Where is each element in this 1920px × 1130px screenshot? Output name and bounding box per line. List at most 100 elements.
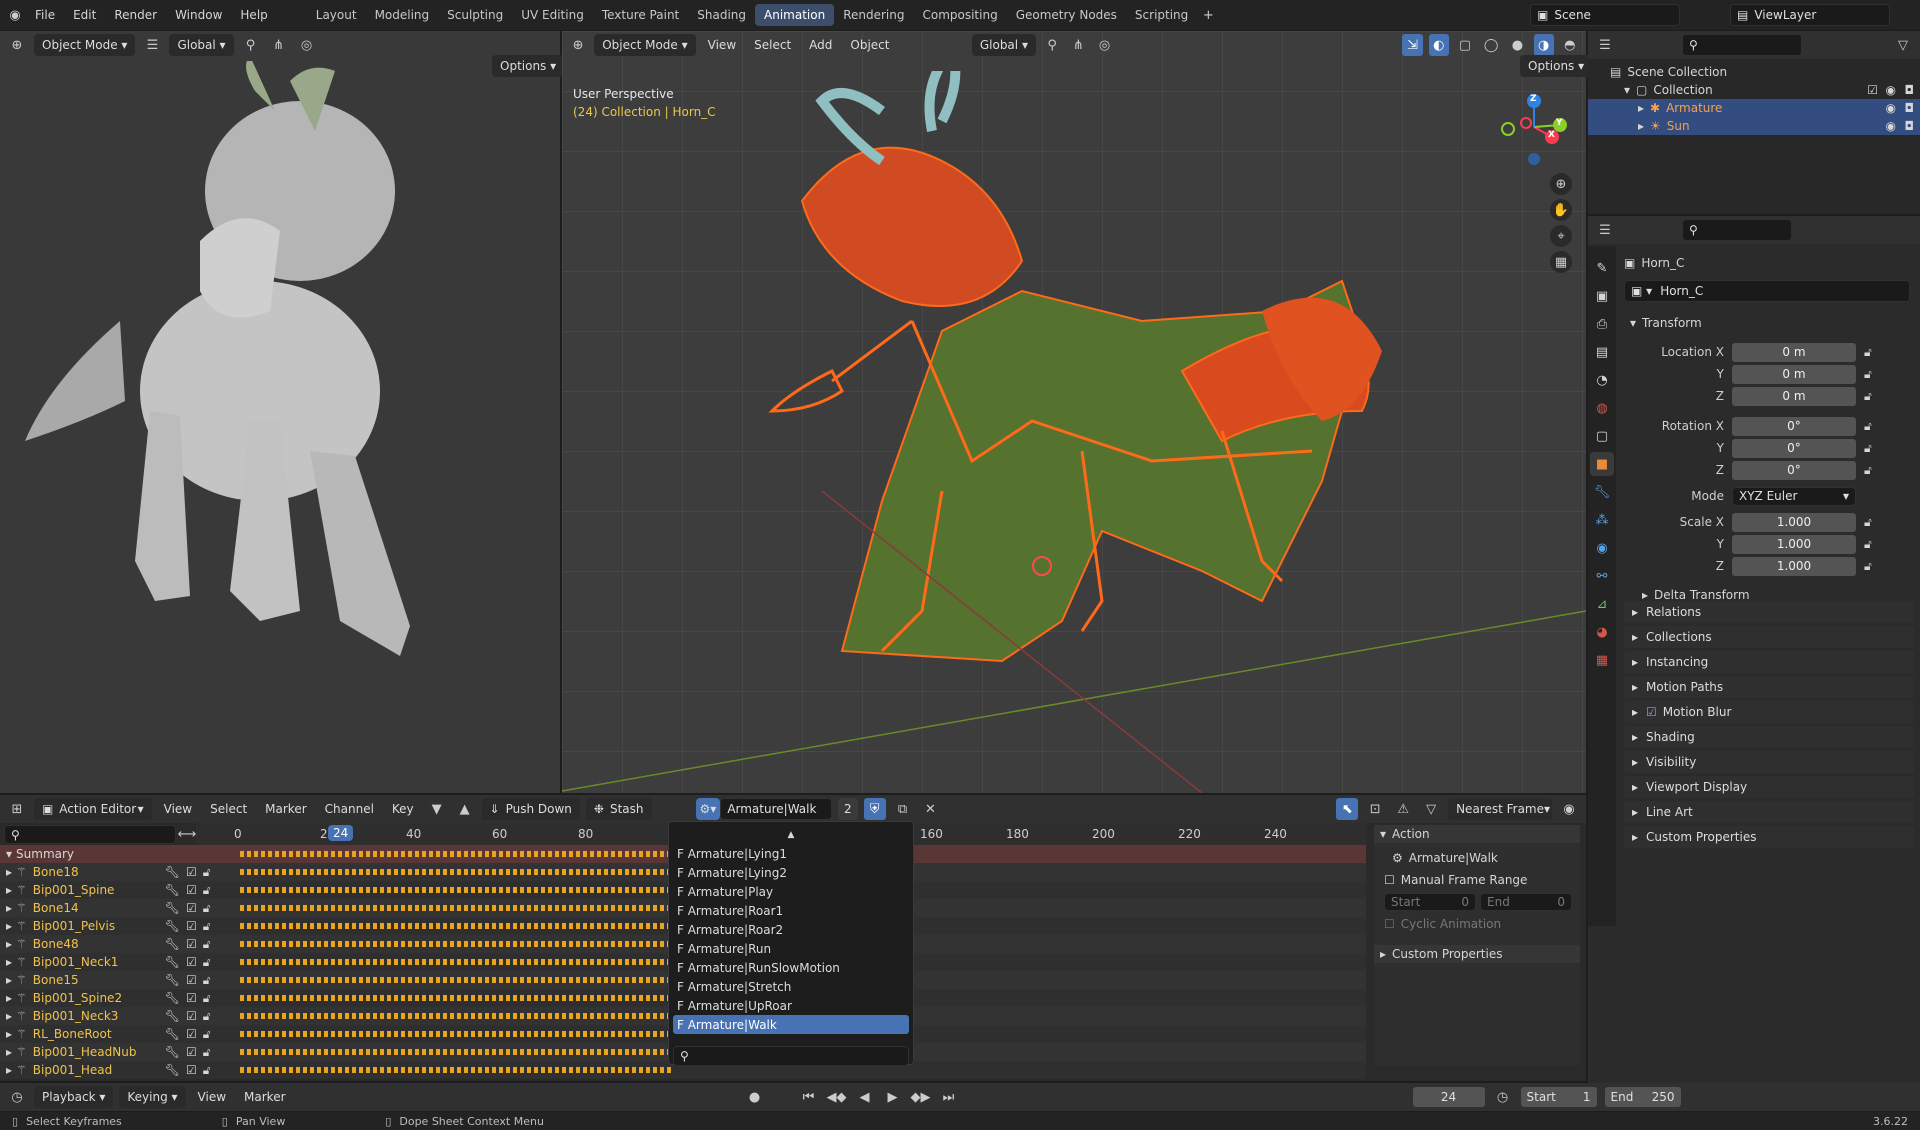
properties-search[interactable]: ⚲ xyxy=(1682,219,1792,241)
outliner-item-sun[interactable]: ▸ ☀ Sun ◉ ◘ xyxy=(1588,117,1920,135)
outliner-scene-collection[interactable]: ▤ Scene Collection xyxy=(1610,63,1920,81)
editor-type-icon[interactable]: ⊞ xyxy=(6,798,28,820)
panel-line-art[interactable]: ▸ Line Art xyxy=(1624,801,1914,823)
editor-type-icon[interactable]: ☰ xyxy=(1594,34,1616,56)
menu-channel[interactable]: Channel xyxy=(319,802,380,816)
modifier-wrench-icon[interactable]: 🔧︎ xyxy=(165,991,180,1005)
eye-icon[interactable]: ◉ xyxy=(1886,119,1896,133)
snap-icon[interactable]: ⋔ xyxy=(1068,34,1088,56)
modifier-wrench-icon[interactable]: 🔧︎ xyxy=(165,865,180,879)
mute-checkbox-icon[interactable]: ☑ xyxy=(186,865,197,879)
panel-custom-properties[interactable]: ▸ Custom Properties xyxy=(1624,826,1914,848)
modifier-tab-icon[interactable]: 🔧︎ xyxy=(1590,480,1614,504)
mute-checkbox-icon[interactable]: ☑ xyxy=(186,973,197,987)
main-options-button[interactable]: Options ▾ xyxy=(1520,55,1593,77)
arrow-up-icon[interactable]: ▲ xyxy=(454,798,476,820)
modifier-wrench-icon[interactable]: 🔧︎ xyxy=(165,955,180,969)
menu-marker[interactable]: Marker xyxy=(238,1090,291,1104)
action-panel-header[interactable]: ▾ Action xyxy=(1374,825,1580,843)
menu-object[interactable]: Object xyxy=(844,38,895,52)
action-list-item[interactable]: F Armature|Stretch xyxy=(673,977,909,996)
expand-icon[interactable]: ▸ xyxy=(6,1063,12,1077)
constraints-tab-icon[interactable]: ⚯ xyxy=(1590,564,1614,588)
unlink-action-icon[interactable]: ✕ xyxy=(920,798,942,820)
mute-checkbox-icon[interactable]: ☑ xyxy=(186,919,197,933)
object-name-field[interactable]: ▣ ▾ Horn_C xyxy=(1624,280,1910,302)
workspace-tab-rendering[interactable]: Rendering xyxy=(834,4,913,26)
workspace-tab-uv-editing[interactable]: UV Editing xyxy=(512,4,593,26)
end-frame-field[interactable]: End 250 xyxy=(1603,1086,1682,1108)
lock-icon[interactable]: 🔓︎ xyxy=(203,991,211,1006)
swap-icon[interactable]: ⟷ xyxy=(176,823,198,845)
mute-checkbox-icon[interactable]: ☑ xyxy=(186,1045,197,1059)
eye-icon[interactable]: ◉ xyxy=(1886,83,1896,97)
particles-tab-icon[interactable]: ⁂ xyxy=(1590,508,1614,532)
expand-icon[interactable]: ▸ xyxy=(6,865,12,879)
lock-icon[interactable]: 🔓︎ xyxy=(1864,537,1872,552)
workspace-tab-texture-paint[interactable]: Texture Paint xyxy=(593,4,688,26)
checkbox-icon[interactable]: ☑ xyxy=(1646,705,1657,719)
dopesheet-mode-selector[interactable]: ▣ Action Editor ▾ xyxy=(33,798,152,820)
main-mode-selector[interactable]: Object Mode ▾ xyxy=(594,34,696,56)
scale-z-field[interactable]: 1.000 xyxy=(1732,556,1856,576)
menu-edit[interactable]: Edit xyxy=(64,0,105,30)
range-end-field[interactable]: End 0 xyxy=(1480,893,1572,911)
lock-icon[interactable]: 🔓︎ xyxy=(1864,345,1872,360)
prev-keyframe-icon[interactable]: ◀◆ xyxy=(826,1086,848,1108)
left-orientation-selector[interactable]: Global ▾ xyxy=(169,34,234,56)
lock-icon[interactable]: 🔓︎ xyxy=(203,919,211,934)
mute-checkbox-icon[interactable]: ☑ xyxy=(186,1009,197,1023)
mute-checkbox-icon[interactable]: ☑ xyxy=(186,1063,197,1077)
object-tab-icon[interactable]: ■ xyxy=(1590,452,1614,476)
expand-icon[interactable]: ▾ xyxy=(6,847,12,861)
proportional-edit-icon[interactable]: ◎ xyxy=(1094,34,1114,56)
modifier-wrench-icon[interactable]: 🔧︎ xyxy=(165,937,180,951)
action-list-item[interactable]: F Armature|UpRoar xyxy=(673,996,909,1015)
menu-help[interactable]: Help xyxy=(231,0,276,30)
expand-icon[interactable]: ▸ xyxy=(6,1045,12,1059)
pan-hand-icon[interactable]: ✋ xyxy=(1550,199,1572,221)
mute-checkbox-icon[interactable]: ☑ xyxy=(186,991,197,1005)
outliner-item-armature[interactable]: ▸ ✱ Armature ◉ ◘ xyxy=(1588,99,1920,117)
panel-collections[interactable]: ▸ Collections xyxy=(1624,626,1914,648)
next-keyframe-icon[interactable]: ◆▶ xyxy=(910,1086,932,1108)
snap-icon[interactable]: ⋔ xyxy=(268,34,290,56)
gizmo-toggle-icon[interactable]: ⇲ xyxy=(1402,34,1423,56)
lock-icon[interactable]: 🔓︎ xyxy=(203,865,211,880)
expand-icon[interactable]: ▸ xyxy=(6,991,12,1005)
jump-end-icon[interactable]: ⏭ xyxy=(938,1086,960,1108)
panel-motion-paths[interactable]: ▸ Motion Paths xyxy=(1624,676,1914,698)
lock-icon[interactable]: 🔓︎ xyxy=(203,1045,211,1060)
left-viewport[interactable]: ⊕ Object Mode ▾ ☰ Global ▾ ⚲ ⋔ ◎ Options… xyxy=(0,31,565,793)
blender-logo-icon[interactable]: ◉ xyxy=(4,4,26,26)
material-shading-icon[interactable]: ◑ xyxy=(1533,34,1554,56)
current-frame-field[interactable]: 24 xyxy=(1411,1086,1486,1108)
stash-button[interactable]: ❉ Stash xyxy=(585,798,652,820)
action-list-item[interactable]: F Armature|Walk xyxy=(673,1015,909,1034)
action-list-item[interactable]: F Armature|Play xyxy=(673,882,909,901)
keying-menu[interactable]: Keying ▾ xyxy=(119,1086,186,1108)
lock-icon[interactable]: 🔓︎ xyxy=(203,1063,211,1078)
play-reverse-icon[interactable]: ◀ xyxy=(854,1086,876,1108)
modifier-wrench-icon[interactable]: 🔧︎ xyxy=(165,919,180,933)
menu-select[interactable]: Select xyxy=(748,38,797,52)
editor-type-icon[interactable]: ◷ xyxy=(6,1086,28,1108)
lock-icon[interactable]: 🔓︎ xyxy=(203,901,211,916)
location-y-field[interactable]: 0 m xyxy=(1732,364,1856,384)
proportional-edit-icon[interactable]: ◎ xyxy=(296,34,318,56)
world-tab-icon[interactable]: ◍ xyxy=(1590,396,1614,420)
lock-icon[interactable]: 🔓︎ xyxy=(1864,367,1872,382)
mute-checkbox-icon[interactable]: ☑ xyxy=(186,937,197,951)
lock-icon[interactable]: 🔓︎ xyxy=(203,973,211,988)
rendered-shading-icon[interactable]: ◓ xyxy=(1560,34,1580,56)
fake-user-shield-icon[interactable]: ⛨ xyxy=(863,798,886,820)
main-viewport[interactable]: ⊕ Object Mode ▾ View Select Add Object G… xyxy=(562,31,1593,793)
range-start-field[interactable]: Start 0 xyxy=(1384,893,1476,911)
workspace-tab-compositing[interactable]: Compositing xyxy=(913,4,1006,26)
scale-x-field[interactable]: 1.000 xyxy=(1732,512,1856,532)
panel-motion-blur[interactable]: ▸ ☑ Motion Blur xyxy=(1624,701,1914,723)
rotation-x-field[interactable]: 0° xyxy=(1732,416,1856,436)
overlay-toggle-icon[interactable]: ◐ xyxy=(1428,34,1449,56)
editor-type-icon[interactable]: ☰ xyxy=(1594,219,1616,241)
manual-frame-range-checkbox[interactable]: ☐ Manual Frame Range xyxy=(1374,871,1580,889)
